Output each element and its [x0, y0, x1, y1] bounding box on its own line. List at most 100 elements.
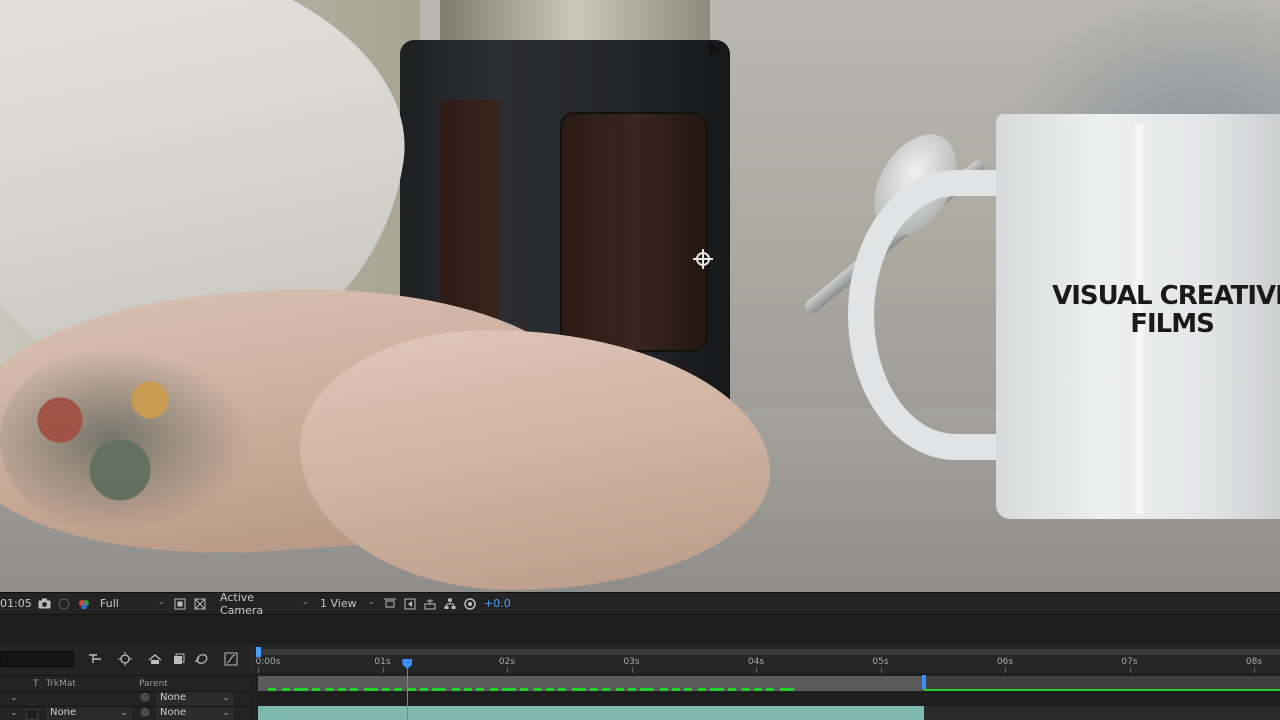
column-header-t[interactable]: T: [33, 679, 39, 689]
ruler-tick-label: 07s: [1121, 657, 1138, 667]
chevron-down-icon[interactable]: ⌄: [10, 708, 18, 718]
keyframe-marker[interactable]: [534, 688, 542, 691]
layer-row[interactable]: ⌄ None ⌄ ◎ None ⌄: [0, 706, 250, 720]
keyframe-marker[interactable]: [282, 688, 290, 691]
layer-switch-box[interactable]: [26, 709, 38, 720]
keyframe-marker[interactable]: [572, 688, 586, 691]
keyframe-marker[interactable]: [546, 688, 554, 691]
column-header-parent[interactable]: Parent: [139, 679, 168, 689]
keyframe-marker[interactable]: [558, 688, 566, 691]
column-header-trkmat[interactable]: TrkMat: [46, 679, 76, 689]
parent-dropdown[interactable]: None ⌄: [156, 707, 234, 720]
comp-mini-flowchart-icon[interactable]: [86, 650, 104, 668]
pick-whip-icon[interactable]: ◎: [138, 692, 152, 706]
playhead-handle[interactable]: [402, 659, 413, 669]
keyframe-marker[interactable]: [780, 688, 794, 691]
chevron-down-icon: ⌄: [301, 596, 309, 607]
keyframe-marker[interactable]: [382, 688, 390, 691]
keyframe-marker[interactable]: [502, 688, 516, 691]
keyframe-marker[interactable]: [602, 688, 610, 691]
fit-icon[interactable]: [382, 596, 398, 612]
timeline-tracks[interactable]: 0:00s 01s 02s 03s 04s 05s 06s 07s 08s: [250, 645, 1280, 720]
keyframe-marker[interactable]: [728, 688, 736, 691]
keyframe-marker[interactable]: [710, 688, 724, 691]
ruler-tick-label: 08s: [1245, 657, 1263, 667]
keyframe-marker[interactable]: [640, 688, 654, 691]
keyframe-marker[interactable]: [452, 688, 460, 691]
parent-value: None: [160, 692, 187, 703]
keyframe-marker[interactable]: [742, 688, 750, 691]
keyframe-marker[interactable]: [394, 688, 402, 691]
color-wheel-icon[interactable]: [76, 596, 92, 612]
shy-layers-icon[interactable]: [146, 650, 164, 668]
ruler-tick-label: 04s: [747, 657, 765, 667]
pick-whip-icon[interactable]: ◎: [138, 707, 152, 720]
transparency-grid-icon[interactable]: [192, 596, 208, 612]
keyframe-marker[interactable]: [408, 688, 416, 691]
view-layout-dropdown[interactable]: 1 View ⌄: [316, 595, 378, 613]
graph-editor-icon[interactable]: [222, 650, 240, 668]
current-timecode[interactable]: 01:05: [0, 593, 32, 615]
keyframe-marker[interactable]: [476, 688, 484, 691]
trkmat-value: None: [50, 707, 77, 718]
chevron-down-icon: ⌄: [367, 596, 375, 607]
region-icon[interactable]: [172, 596, 188, 612]
exposure-reset-icon[interactable]: [462, 596, 478, 612]
3d-draft-icon[interactable]: [422, 596, 438, 612]
layer-row[interactable]: ⌄ ◎ None ⌄: [0, 691, 250, 706]
keyframe-marker[interactable]: [520, 688, 528, 691]
keyframe-marker[interactable]: [464, 688, 472, 691]
keyframe-marker[interactable]: [312, 688, 320, 691]
composition-viewer[interactable]: VISUAL CREATIVE FILMS: [0, 0, 1280, 592]
resolution-dropdown[interactable]: Full ⌄: [96, 595, 168, 613]
motion-blur-icon[interactable]: [192, 650, 210, 668]
chevron-down-icon[interactable]: ⌄: [10, 693, 18, 703]
keyframe-marker[interactable]: [660, 688, 668, 691]
keyframe-marker[interactable]: [268, 688, 276, 691]
ruler-tick: [258, 667, 259, 673]
ruler-tick-label: 01s: [374, 657, 391, 667]
resolution-value: Full: [100, 597, 119, 610]
keyframe-marker[interactable]: [420, 688, 428, 691]
keyframe-marker[interactable]: [616, 688, 624, 691]
parent-dropdown[interactable]: None ⌄: [156, 692, 234, 706]
trkmat-dropdown[interactable]: None ⌄: [46, 707, 132, 720]
keyframe-marker[interactable]: [590, 688, 598, 691]
keyframe-marker[interactable]: [326, 688, 334, 691]
camera-view-dropdown[interactable]: Active Camera ⌄: [216, 591, 312, 617]
camera-view-value: Active Camera: [220, 590, 264, 617]
chevron-down-icon: ⌄: [222, 708, 230, 718]
layer-search-input[interactable]: [0, 651, 74, 667]
fast-preview-icon[interactable]: [402, 596, 418, 612]
channel-icon[interactable]: [56, 596, 72, 612]
time-ruler[interactable]: 0:00s 01s 02s 03s 04s 05s 06s 07s 08s: [250, 645, 1280, 673]
camera-icon[interactable]: [36, 596, 52, 612]
work-area-bar[interactable]: [258, 649, 1280, 655]
keyframe-marker[interactable]: [766, 688, 774, 691]
layer-bar[interactable]: [258, 706, 925, 720]
layer-out-point-handle[interactable]: [922, 675, 927, 689]
keyframe-marker[interactable]: [350, 688, 358, 691]
exposure-value[interactable]: +0.0: [484, 593, 511, 615]
keyframe-marker[interactable]: [754, 688, 762, 691]
ruler-tick-label: 05s: [872, 657, 889, 667]
keyframe-marker[interactable]: [364, 688, 378, 691]
ruler-tick: [1005, 667, 1006, 673]
anchor-point-icon[interactable]: [693, 249, 713, 269]
ruler-tick: [756, 667, 757, 673]
time-navigator-start[interactable]: [256, 647, 261, 657]
keyframe-marker[interactable]: [294, 688, 308, 691]
french-press-window: [560, 112, 708, 352]
frame-blending-icon[interactable]: [170, 650, 188, 668]
draft-3d-icon[interactable]: [116, 650, 134, 668]
keyframe-marker[interactable]: [628, 688, 636, 691]
keyframe-marker[interactable]: [338, 688, 346, 691]
keyframe-marker[interactable]: [490, 688, 498, 691]
keyframe-marker[interactable]: [684, 688, 692, 691]
flowchart-icon[interactable]: [442, 596, 458, 612]
keyframe-marker[interactable]: [432, 688, 446, 691]
keyframe-marker[interactable]: [672, 688, 680, 691]
keyframe-marker[interactable]: [698, 688, 706, 691]
keyframe-track-line: [924, 689, 1280, 691]
chevron-down-icon: ⌄: [222, 693, 230, 703]
